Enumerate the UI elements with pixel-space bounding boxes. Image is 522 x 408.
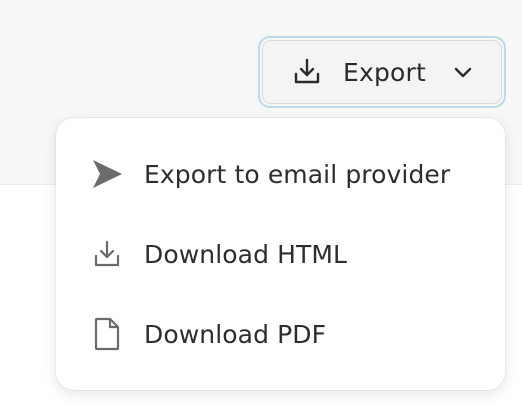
export-button[interactable]: Export [262,40,502,104]
export-dropdown-menu: Export to email provider Download HTML D… [56,118,505,390]
export-button-focus-ring: Export [258,36,506,108]
menu-item-label: Download HTML [144,239,348,269]
menu-item-download-pdf[interactable]: Download PDF [56,294,505,374]
export-button-label: Export [343,57,427,87]
menu-item-export-email[interactable]: Export to email provider [56,134,505,214]
download-icon [90,237,124,271]
menu-item-download-html[interactable]: Download HTML [56,214,505,294]
download-icon [291,56,323,88]
file-icon [90,317,124,351]
menu-item-label: Export to email provider [144,159,451,189]
chevron-down-icon [452,61,474,83]
send-icon [90,157,124,191]
menu-item-label: Download PDF [144,319,327,349]
